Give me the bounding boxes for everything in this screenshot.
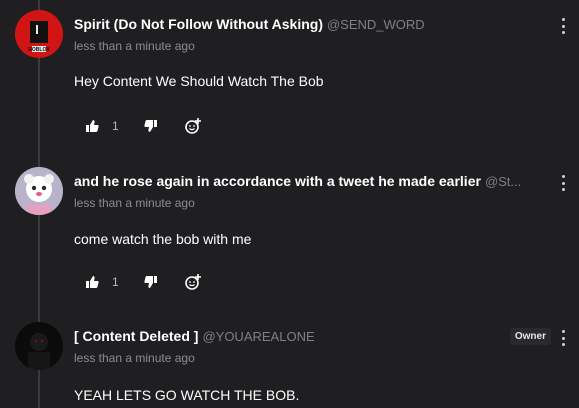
dark-figure-avatar-icon xyxy=(15,322,63,370)
thumbs-up-icon[interactable] xyxy=(82,272,102,292)
comment-2: and he rose again in accordance with a t… xyxy=(0,155,579,310)
more-options-icon[interactable] xyxy=(558,17,568,35)
more-options-icon[interactable] xyxy=(558,329,568,347)
avatar[interactable] xyxy=(15,322,63,370)
comment-header: and he rose again in accordance with a t… xyxy=(74,172,549,191)
comment-header: Spirit (Do Not Follow Without Asking) @SE… xyxy=(74,15,549,34)
avatar[interactable] xyxy=(15,167,63,215)
avatar[interactable]: ROBLOX xyxy=(15,10,63,58)
comment-feed: ROBLOX Spirit (Do Not Follow Without Ask… xyxy=(0,0,579,408)
comment-body: Hey Content We Should Watch The Bob xyxy=(74,73,324,89)
reply-icon[interactable] xyxy=(183,116,203,136)
author-handle[interactable]: @YOUAREALONE xyxy=(202,329,314,344)
svg-text:ROBLOX: ROBLOX xyxy=(28,47,50,53)
comment-actions: 1 xyxy=(82,116,203,136)
thumbs-down-icon[interactable] xyxy=(141,272,161,292)
comment-actions: 1 xyxy=(82,272,203,292)
timestamp: less than a minute ago xyxy=(74,39,195,53)
character-avatar-icon xyxy=(15,167,63,215)
more-options-icon[interactable] xyxy=(558,174,568,192)
author-name[interactable]: and he rose again in accordance with a t… xyxy=(74,173,481,189)
comment-body: come watch the bob with me xyxy=(74,231,252,247)
thumbs-up-icon[interactable] xyxy=(82,116,102,136)
author-name[interactable]: [ Content Deleted ] xyxy=(74,328,198,344)
comment-header: [ Content Deleted ] @YOUAREALONE xyxy=(74,327,499,346)
roblox-avatar-icon: ROBLOX xyxy=(15,10,63,58)
comment-body: YEAH LETS GO WATCH THE BOB. xyxy=(74,387,300,403)
author-handle[interactable]: @SEND_WORD xyxy=(327,17,425,32)
like-count: 1 xyxy=(112,119,119,133)
comment-3: [ Content Deleted ] @YOUAREALONE Owner le… xyxy=(0,310,579,408)
thumbs-down-icon[interactable] xyxy=(141,116,161,136)
comment-1: ROBLOX Spirit (Do Not Follow Without Ask… xyxy=(0,0,579,155)
timestamp: less than a minute ago xyxy=(74,196,195,210)
owner-badge: Owner xyxy=(509,328,551,345)
reply-icon[interactable] xyxy=(183,272,203,292)
author-name[interactable]: Spirit (Do Not Follow Without Asking) xyxy=(74,16,323,32)
author-handle[interactable]: @St... xyxy=(485,174,521,189)
like-count: 1 xyxy=(112,275,119,289)
timestamp: less than a minute ago xyxy=(74,351,195,365)
